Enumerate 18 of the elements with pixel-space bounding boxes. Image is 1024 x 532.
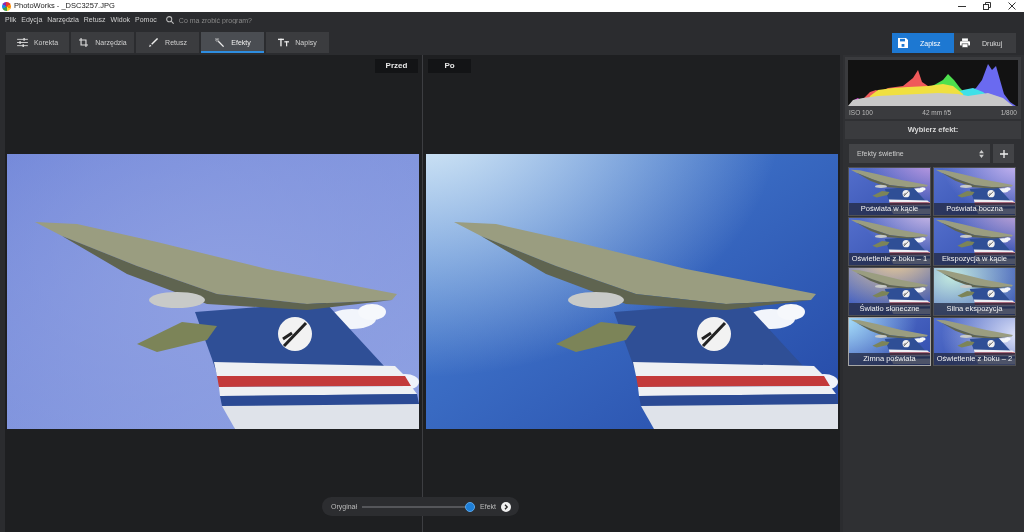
sliders-icon <box>16 38 28 47</box>
minimize-icon[interactable] <box>958 5 966 7</box>
app-logo-icon <box>2 1 11 11</box>
close-icon[interactable] <box>1008 2 1016 10</box>
search-icon[interactable] <box>165 16 174 24</box>
add-button[interactable] <box>993 144 1014 163</box>
restore-icon[interactable] <box>983 2 991 10</box>
arrow-right-circle-icon[interactable] <box>501 501 511 512</box>
text-icon <box>278 38 290 47</box>
printer-icon <box>960 38 970 48</box>
slider-thumb[interactable] <box>465 501 476 512</box>
up-down-arrows-icon <box>979 149 984 158</box>
brush-icon <box>148 38 160 47</box>
crop-icon <box>78 38 90 47</box>
plus-icon <box>999 149 1008 158</box>
before-label: Przed <box>375 59 418 73</box>
after-label: Po <box>428 59 471 73</box>
magic-wand-icon <box>214 38 226 47</box>
